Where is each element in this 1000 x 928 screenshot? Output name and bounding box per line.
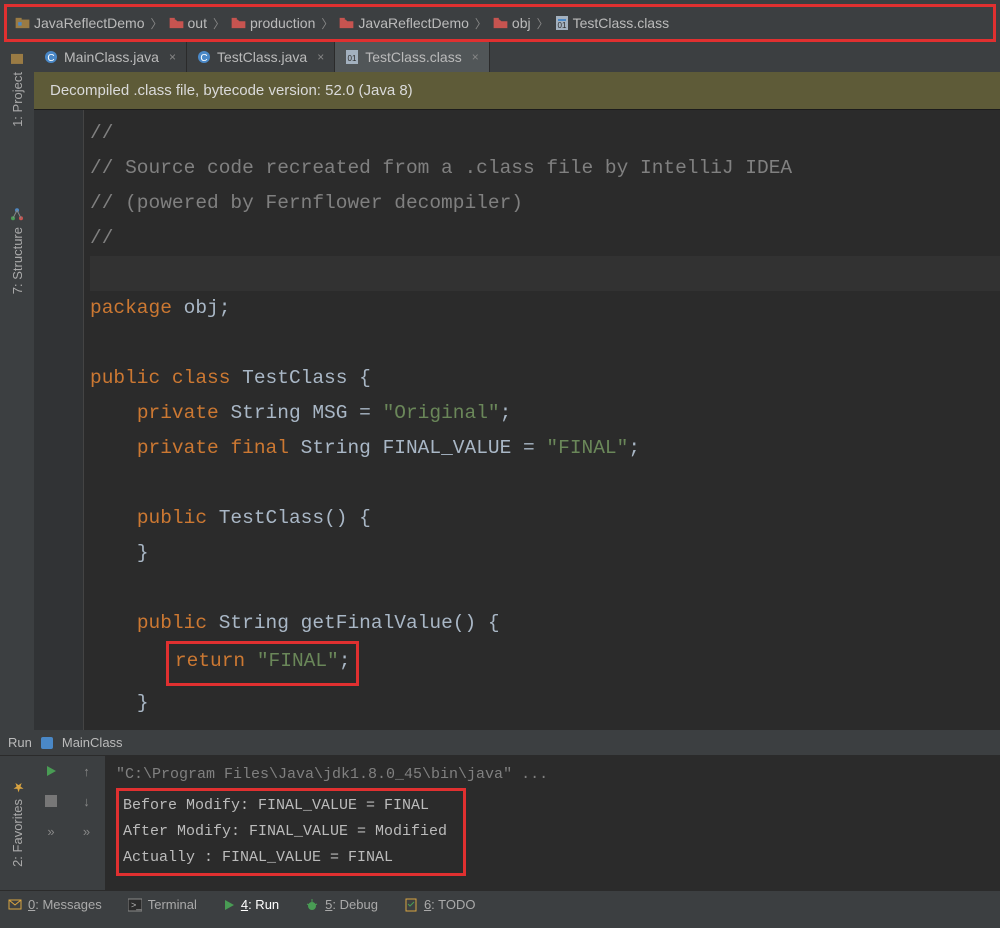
more-button[interactable]: » (78, 822, 96, 840)
status-debug[interactable]: 5: Debug (305, 897, 378, 912)
chevron-right-icon: 〉 (537, 15, 549, 32)
chevron-right-icon: 〉 (475, 15, 487, 32)
console-line: Before Modify: FINAL_VALUE = FINAL (123, 793, 447, 819)
tool-structure[interactable]: 7: Structure (10, 207, 25, 294)
editor-tabs: C MainClass.java × C TestClass.java × 01… (34, 42, 1000, 72)
tab-label: MainClass.java (64, 49, 159, 65)
status-label: 0: Messages (28, 897, 102, 912)
breadcrumb-label: JavaReflectDemo (34, 15, 145, 31)
terminal-icon: >_ (128, 898, 142, 912)
decompile-banner: Decompiled .class file, bytecode version… (34, 72, 1000, 110)
status-bar: 0: Messages >_ Terminal 4: Run 5: Debug … (0, 890, 1000, 918)
up-button[interactable]: ↑ (78, 762, 96, 780)
classfile-icon: 01 (555, 16, 569, 30)
todo-icon (404, 898, 418, 912)
app-icon (40, 736, 54, 750)
code-area[interactable]: // // Source code recreated from a .clas… (34, 110, 1000, 730)
breadcrumb-label: out (188, 15, 207, 31)
run-toolbar-left: » (34, 756, 68, 890)
svg-text:01: 01 (557, 21, 566, 30)
tool-label: 7: Structure (10, 227, 25, 294)
breadcrumb-item[interactable]: JavaReflectDemo (339, 15, 469, 31)
tab-label: TestClass.java (217, 49, 307, 65)
console-line: Actually : FINAL_VALUE = FINAL (123, 845, 447, 871)
breadcrumb-label: TestClass.class (573, 15, 669, 31)
source-code[interactable]: // // Source code recreated from a .clas… (84, 110, 1000, 730)
gutter[interactable] (34, 110, 84, 730)
tab-testclass-class[interactable]: 01 TestClass.class × (335, 42, 489, 72)
down-button[interactable]: ↓ (78, 792, 96, 810)
status-messages[interactable]: 0: Messages (8, 897, 102, 912)
tab-label: TestClass.class (365, 49, 461, 65)
folder-icon (231, 17, 246, 29)
console-line: After Modify: FINAL_VALUE = Modified (123, 819, 447, 845)
module-icon (15, 17, 30, 29)
chevron-right-icon: 〉 (151, 15, 163, 32)
svg-text:01: 01 (348, 54, 357, 63)
close-icon[interactable]: × (317, 50, 324, 64)
highlighted-return: return "FINAL"; (166, 641, 360, 686)
breadcrumb-item[interactable]: production (231, 15, 315, 31)
tool-project[interactable]: 1: Project (10, 52, 25, 127)
classfile-icon: 01 (345, 50, 359, 64)
svg-text:C: C (47, 53, 54, 64)
editor: C MainClass.java × C TestClass.java × 01… (34, 42, 1000, 730)
tab-testclass-java[interactable]: C TestClass.java × (187, 42, 335, 72)
left-tool-rail-lower: 2: Favorites ★ (0, 756, 34, 890)
more-button[interactable]: » (42, 822, 60, 840)
run-config-name: MainClass (62, 735, 123, 750)
tool-label: 2: Favorites (10, 799, 25, 867)
status-todo[interactable]: 6: TODO (404, 897, 476, 912)
breadcrumb-item[interactable]: out (169, 15, 207, 31)
structure-icon (10, 207, 24, 221)
breadcrumb-label: JavaReflectDemo (358, 15, 469, 31)
status-label: 6: TODO (424, 897, 476, 912)
tool-label: 1: Project (10, 72, 25, 127)
project-icon (10, 52, 24, 66)
banner-text: Decompiled .class file, bytecode version… (50, 82, 413, 99)
java-class-icon: C (44, 50, 58, 64)
breadcrumb-item-file[interactable]: 01 TestClass.class (555, 15, 669, 31)
run-toolbar-inner: ↑ ↓ » (68, 756, 106, 890)
breadcrumb-label: production (250, 15, 315, 31)
status-run[interactable]: 4: Run (223, 897, 279, 912)
run-title: Run (8, 735, 32, 750)
status-label: 4: Run (241, 897, 279, 912)
tool-favorites[interactable]: 2: Favorites ★ (10, 779, 25, 867)
messages-icon (8, 898, 22, 912)
left-tool-rail: 1: Project 7: Structure (0, 42, 34, 730)
folder-icon (493, 17, 508, 29)
breadcrumb[interactable]: JavaReflectDemo 〉 out 〉 production 〉 Jav… (4, 4, 996, 42)
status-label: Terminal (148, 897, 197, 912)
console-cmd: "C:\Program Files\Java\jdk1.8.0_45\bin\j… (116, 762, 990, 788)
status-label: 5: Debug (325, 897, 378, 912)
bug-icon (305, 898, 319, 912)
breadcrumb-item[interactable]: obj (493, 15, 531, 31)
play-icon (223, 899, 235, 911)
svg-text:C: C (200, 53, 207, 64)
svg-text:>_: >_ (131, 900, 142, 910)
breadcrumb-label: obj (512, 15, 531, 31)
close-icon[interactable]: × (472, 50, 479, 64)
folder-icon (169, 17, 184, 29)
chevron-right-icon: 〉 (213, 15, 225, 32)
status-terminal[interactable]: >_ Terminal (128, 897, 197, 912)
run-header[interactable]: Run MainClass (0, 730, 1000, 756)
folder-icon (339, 17, 354, 29)
star-icon: ★ (10, 779, 24, 793)
run-panel: Run MainClass 2: Favorites ★ » ↑ ↓ » "C:… (0, 730, 1000, 890)
java-class-icon: C (197, 50, 211, 64)
close-icon[interactable]: × (169, 50, 176, 64)
rerun-button[interactable] (42, 762, 60, 780)
breadcrumb-item-root[interactable]: JavaReflectDemo (15, 15, 145, 31)
stop-button[interactable] (42, 792, 60, 810)
tab-mainclass[interactable]: C MainClass.java × (34, 42, 187, 72)
console-output[interactable]: "C:\Program Files\Java\jdk1.8.0_45\bin\j… (106, 756, 1000, 890)
chevron-right-icon: 〉 (321, 15, 333, 32)
highlighted-output: Before Modify: FINAL_VALUE = FINAL After… (116, 788, 466, 876)
